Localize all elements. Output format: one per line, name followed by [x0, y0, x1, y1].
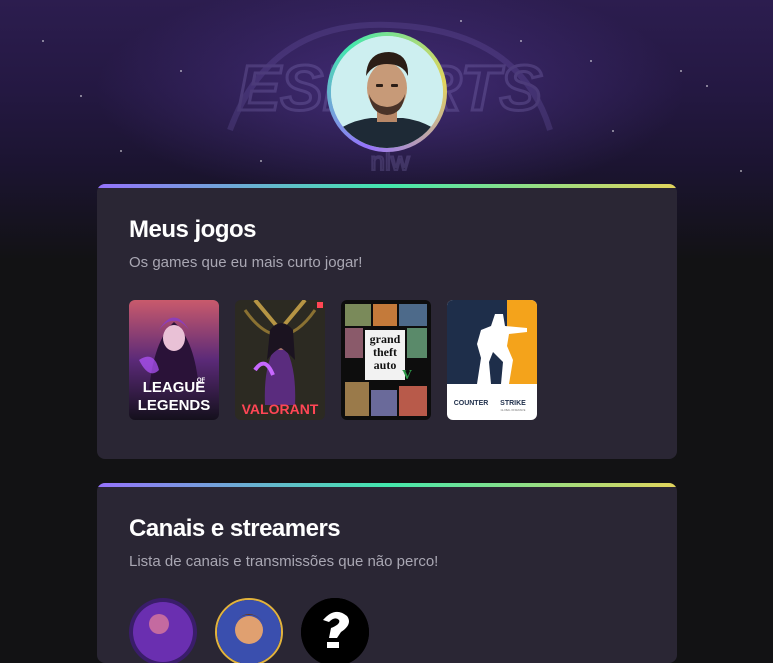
valorant-cover: VALORANT: [235, 300, 325, 420]
streamers-title: Canais e streamers: [129, 515, 341, 542]
valorant-logo: VALORANT: [242, 401, 319, 417]
gta-logo-theft: theft: [373, 345, 397, 359]
streamer-avatar-3[interactable]: [301, 598, 369, 663]
games-card: Meus jogos Os games que eu mais curto jo…: [97, 184, 677, 459]
cs-logo-subtitle: GLOBAL OFFENSIVE: [501, 409, 526, 412]
cs-logo-counter: COUNTER: [454, 400, 489, 407]
streamers-card: Canais e streamers Lista de canais e tra…: [97, 483, 677, 663]
games-subtitle: Os games que eu mais curto jogar!: [129, 254, 363, 271]
streamer-2-image: [217, 600, 281, 663]
games-title: Meus jogos: [129, 216, 257, 243]
gta-logo-five: V: [402, 368, 412, 383]
lol-logo-of: OF: [197, 378, 206, 384]
gta-v-cover: grand theft auto V: [341, 300, 431, 420]
streamer-avatar-1[interactable]: [129, 598, 197, 663]
gta-logo-auto: auto: [374, 358, 397, 372]
streamers-subtitle: Lista de canais e transmissões que não p…: [129, 553, 439, 570]
avatar-photo: [331, 36, 443, 148]
streamer-avatar-2[interactable]: [215, 598, 283, 663]
game-valorant[interactable]: VALORANT: [235, 300, 325, 420]
streamer-1-image: [129, 598, 197, 663]
league-of-legends-cover: LEAGUE OF LEGENDS: [129, 300, 219, 420]
lol-logo-line2: LEGENDS: [138, 397, 211, 414]
avatar: [331, 36, 443, 148]
counter-strike-cover: COUNTER STRIKE GLOBAL OFFENSIVE: [447, 300, 537, 420]
game-gta-v[interactable]: grand theft auto V: [341, 300, 431, 420]
game-counter-strike[interactable]: COUNTER STRIKE GLOBAL OFFENSIVE: [447, 300, 537, 420]
game-league-of-legends[interactable]: LEAGUE OF LEGENDS: [129, 300, 219, 420]
cs-logo-strike: STRIKE: [500, 400, 526, 407]
gta-logo-grand: grand: [370, 332, 401, 346]
streamer-3-image: [301, 598, 369, 663]
